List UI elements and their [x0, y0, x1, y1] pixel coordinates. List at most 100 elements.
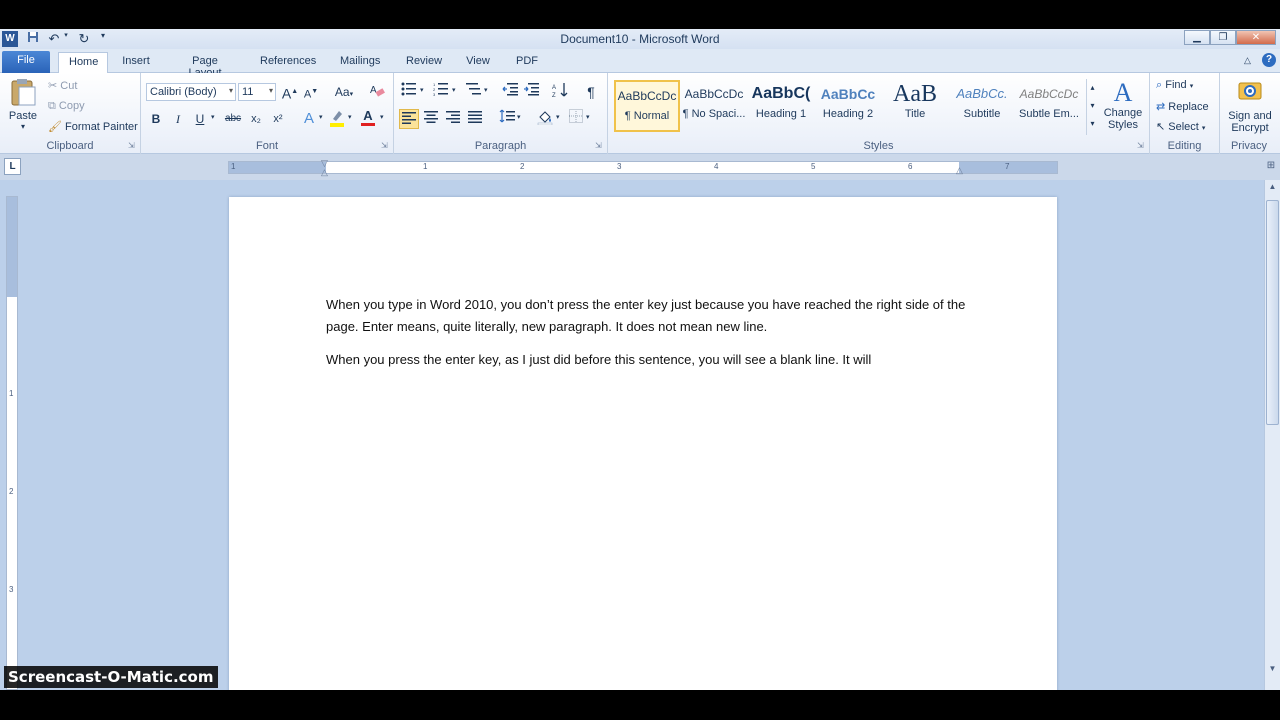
font-launcher-icon[interactable]: ⇲ — [381, 142, 390, 151]
cut-button[interactable]: ✂ Cut — [48, 79, 77, 92]
style-title[interactable]: AaB Title — [882, 80, 948, 132]
style-no-spacing[interactable]: AaBbCcDc ¶ No Spaci... — [681, 80, 747, 132]
shading-icon[interactable] — [535, 109, 555, 129]
shading-dropdown-icon[interactable]: ▾ — [556, 113, 560, 121]
horizontal-ruler[interactable]: 1 1 2 3 4 5 6 7 ▽ △ △ — [228, 158, 1058, 177]
clipboard-launcher-icon[interactable]: ⇲ — [128, 142, 137, 151]
ribbon: Paste ▾ ✂ Cut ⧉ Copy 🖌 Format Painter Cl… — [0, 73, 1280, 154]
vertical-ruler[interactable]: 1 2 3 — [6, 196, 18, 690]
align-right-icon[interactable] — [443, 109, 463, 129]
font-name-combo[interactable]: Calibri (Body) ▾ — [146, 83, 236, 101]
close-button[interactable]: ✕ — [1236, 30, 1276, 45]
highlight-dropdown-icon[interactable]: ▾ — [348, 113, 352, 121]
ruler-number: 6 — [908, 162, 913, 171]
underline-dropdown-icon[interactable]: ▾ — [211, 113, 215, 121]
select-button[interactable]: ↖ Select ▾ — [1156, 120, 1205, 133]
clear-formatting-icon[interactable]: A — [367, 82, 387, 102]
justify-icon[interactable] — [465, 109, 485, 129]
superscript-button[interactable]: x² — [268, 109, 288, 129]
show-formatting-button[interactable]: ¶ — [581, 82, 601, 102]
font-color-button[interactable]: A — [358, 109, 378, 129]
multilevel-list-icon[interactable] — [464, 82, 484, 102]
paste-dropdown-icon: ▾ — [20, 122, 25, 131]
scroll-down-icon[interactable]: ▼ — [1266, 664, 1279, 678]
styles-scroll[interactable]: ▴ ▾ ▾ — [1086, 79, 1098, 135]
styles-launcher-icon[interactable]: ⇲ — [1137, 142, 1146, 151]
multilevel-dropdown-icon[interactable]: ▾ — [484, 86, 488, 94]
shrink-font-button[interactable]: A▼ — [301, 82, 321, 102]
style-heading-1[interactable]: AaBbC( Heading 1 — [748, 80, 814, 132]
style-subtitle[interactable]: AaBbCc. Subtitle — [949, 80, 1015, 132]
increase-indent-icon[interactable] — [521, 82, 541, 102]
paragraph-launcher-icon[interactable]: ⇲ — [595, 142, 604, 151]
style-sample: AaB — [893, 81, 937, 107]
underline-button[interactable]: U — [190, 109, 210, 129]
font-size-combo[interactable]: 11 ▾ — [238, 83, 276, 101]
text-effects-icon[interactable]: A — [299, 109, 319, 129]
text-effects-dropdown-icon[interactable]: ▾ — [319, 113, 323, 121]
svg-text:3: 3 — [433, 92, 436, 96]
font-color-dropdown-icon[interactable]: ▾ — [380, 113, 384, 121]
bullets-icon[interactable] — [399, 82, 419, 102]
find-button[interactable]: ⌕ Find ▾ — [1156, 79, 1193, 92]
tab-home[interactable]: Home — [58, 52, 108, 74]
style-subtle-emphasis[interactable]: AaBbCcDc Subtle Em... — [1016, 80, 1082, 132]
style-normal[interactable]: AaBbCcDc ¶ Normal — [614, 80, 680, 132]
paragraph-group: ▾ 123 ▾ ▾ AZ ¶ ▾ ▾ ▾ Paragraph ⇲ — [394, 73, 608, 154]
sign-encrypt-button[interactable]: Sign and Encrypt — [1222, 77, 1278, 134]
align-center-icon[interactable] — [421, 109, 441, 129]
document-paragraph[interactable]: When you type in Word 2010, you don’t pr… — [326, 294, 966, 338]
tab-references[interactable]: References — [250, 52, 324, 73]
scrollbar-thumb[interactable] — [1266, 200, 1279, 425]
tab-page-layout[interactable]: Page Layout — [166, 52, 244, 79]
cut-label: Cut — [60, 80, 78, 92]
decrease-indent-icon[interactable] — [500, 82, 520, 102]
sort-icon[interactable]: AZ — [550, 82, 570, 102]
hanging-indent-marker[interactable]: △ — [321, 167, 328, 178]
tab-review[interactable]: Review — [396, 52, 450, 73]
right-indent-marker[interactable]: △ — [956, 165, 963, 176]
format-painter-button[interactable]: 🖌 Format Painter — [48, 120, 138, 133]
line-spacing-dropdown-icon[interactable]: ▾ — [517, 113, 521, 121]
borders-dropdown-icon[interactable]: ▾ — [586, 113, 590, 121]
styles-group: AaBbCcDc ¶ Normal AaBbCcDc ¶ No Spaci...… — [608, 73, 1150, 154]
document-page[interactable]: When you type in Word 2010, you don’t pr… — [229, 197, 1057, 697]
restore-button[interactable]: ❐ — [1210, 30, 1236, 45]
italic-button[interactable]: I — [168, 109, 188, 129]
change-case-button[interactable]: Aa▾ — [331, 82, 357, 102]
align-left-icon[interactable] — [399, 109, 419, 129]
minimize-button[interactable]: ▁ — [1184, 30, 1210, 45]
bottom-letterbox — [0, 690, 1280, 720]
replace-label: Replace — [1168, 101, 1209, 113]
tab-pdf[interactable]: PDF — [506, 52, 546, 73]
highlight-icon[interactable] — [327, 109, 347, 129]
vertical-scrollbar[interactable]: ▲ ▼ — [1264, 180, 1280, 690]
tab-mailings[interactable]: Mailings — [330, 52, 390, 73]
title-bar: W ↶ ▾ ↻ ▾ Document10 - Microsoft Word ▁ … — [0, 29, 1280, 49]
bullets-dropdown-icon[interactable]: ▾ — [420, 86, 424, 94]
tab-insert[interactable]: Insert — [112, 52, 160, 73]
document-paragraph[interactable]: When you press the enter key, as I just … — [326, 349, 966, 371]
strikethrough-button[interactable]: abc — [223, 109, 243, 129]
tab-selector-button[interactable]: L — [4, 158, 21, 175]
numbering-icon[interactable]: 123 — [431, 82, 451, 102]
numbering-dropdown-icon[interactable]: ▾ — [452, 86, 456, 94]
subscript-button[interactable]: x₂ — [246, 109, 266, 129]
minimize-ribbon-icon[interactable]: △ — [1244, 55, 1251, 66]
line-spacing-icon[interactable] — [497, 109, 517, 129]
copy-button[interactable]: ⧉ Copy — [48, 100, 85, 113]
style-heading-2[interactable]: AaBbCc Heading 2 — [815, 80, 881, 132]
help-icon[interactable]: ? — [1262, 53, 1276, 67]
view-ruler-icon[interactable]: ⊞ — [1264, 160, 1278, 174]
change-styles-button[interactable]: A Change Styles — [1102, 79, 1144, 132]
borders-icon[interactable] — [566, 109, 586, 129]
paste-button[interactable]: Paste ▾ — [6, 77, 40, 133]
grow-font-button[interactable]: A▲ — [280, 82, 300, 102]
replace-button[interactable]: ⇄ Replace — [1156, 100, 1209, 113]
tab-view[interactable]: View — [456, 52, 500, 73]
ruler-number: 4 — [714, 162, 719, 171]
tab-file[interactable]: File — [2, 51, 50, 73]
editing-group: ⌕ Find ▾ ⇄ Replace ↖ Select ▾ Editing — [1150, 73, 1220, 154]
bold-button[interactable]: B — [146, 109, 166, 129]
scroll-up-icon[interactable]: ▲ — [1266, 182, 1279, 196]
